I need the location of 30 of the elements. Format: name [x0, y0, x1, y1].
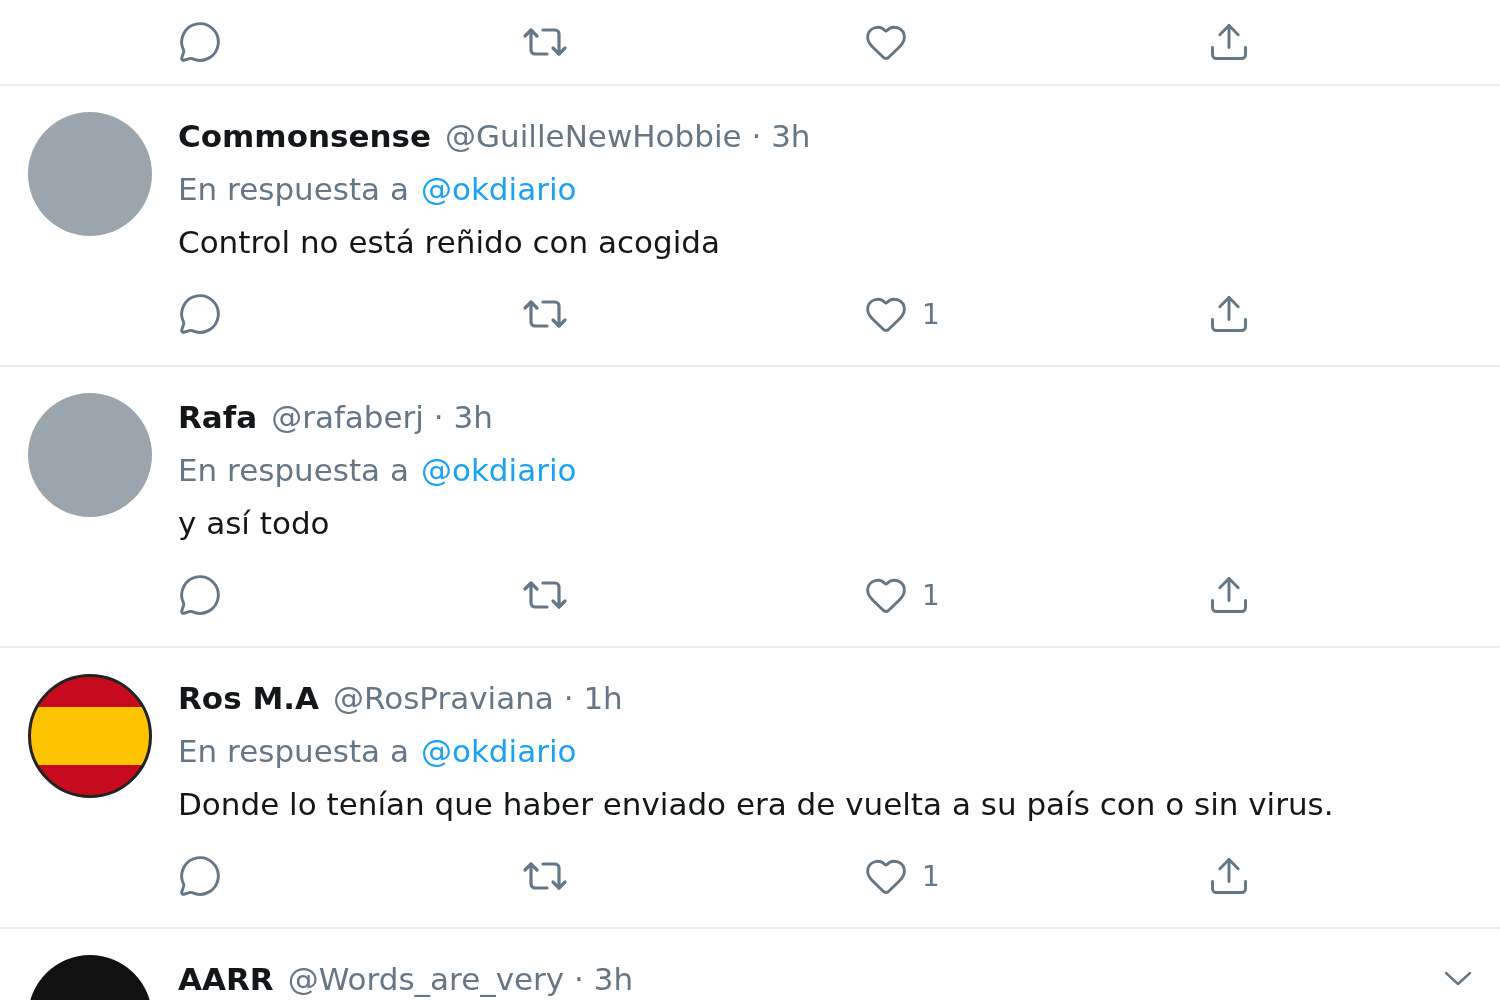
reply-label: En respuesta a: [178, 170, 409, 207]
user-name: AARR: [178, 960, 274, 997]
tweet-text: y así todo: [178, 504, 330, 541]
reply-label: En respuesta a: [178, 451, 409, 488]
like-count: 1: [922, 578, 940, 612]
mention-link[interactable]: @okdiario: [420, 732, 577, 769]
reply-button[interactable]: [178, 854, 222, 898]
tweet-text: Control no está reñido con acogida: [178, 223, 720, 260]
tweet-text: Donde lo tenían que haber enviado era de vuelta a su país con o sin virus.: [178, 785, 1334, 822]
handle-and-time: @GuilleNewHobbie · 3h: [445, 117, 811, 154]
mention-link[interactable]: @okdiario: [420, 170, 577, 207]
user-name: Rafa: [178, 398, 258, 435]
user-name: Commonsense: [178, 117, 432, 154]
handle-and-time: @RosPraviana · 1h: [333, 679, 623, 716]
speech-bubble-icon: [178, 573, 222, 617]
mention-link[interactable]: @okdiario: [420, 451, 577, 488]
more-button[interactable]: [1444, 971, 1472, 986]
like-count: 1: [922, 859, 940, 893]
reply-button[interactable]: [178, 20, 222, 64]
user-name: Ros M.A: [178, 679, 320, 716]
reply-label: En respuesta a: [178, 732, 409, 769]
speech-bubble-icon: [178, 292, 222, 336]
speech-bubble-icon: [178, 20, 222, 64]
handle-and-time: @Words_are_very · 3h: [287, 960, 634, 997]
reply-button[interactable]: [178, 573, 222, 617]
chevron-down-icon: [1444, 971, 1472, 986]
reply-button[interactable]: [178, 292, 222, 336]
like-count: 1: [922, 297, 940, 331]
speech-bubble-icon: [178, 854, 222, 898]
handle-and-time: @rafaberj · 3h: [271, 398, 493, 435]
